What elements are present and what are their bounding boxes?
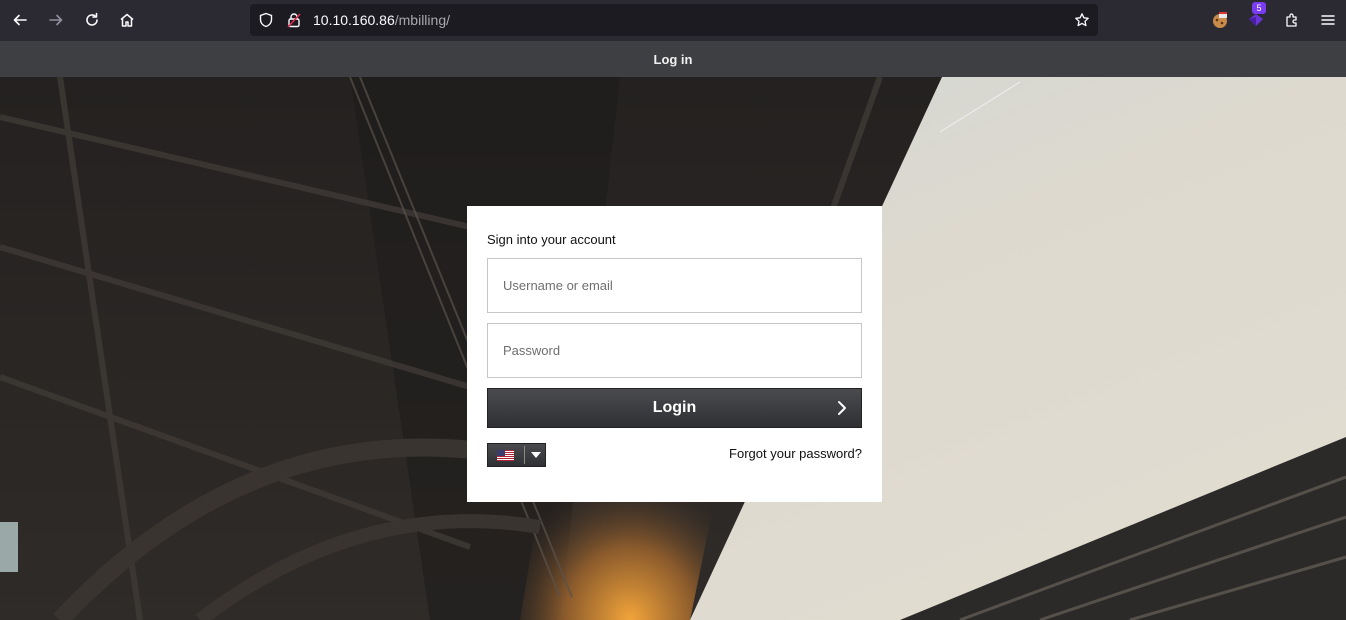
login-heading: Sign into your account (487, 232, 616, 247)
reload-button[interactable] (78, 6, 106, 34)
back-arrow-icon (13, 14, 27, 26)
username-input[interactable] (487, 258, 862, 313)
login-panel: Sign into your account Login Forgot your… (467, 206, 882, 502)
forward-button[interactable] (42, 6, 70, 34)
forward-arrow-icon (49, 14, 63, 26)
us-flag-icon (497, 449, 514, 461)
app-menu-button[interactable] (1314, 6, 1342, 34)
url-path: /mbilling/ (394, 12, 450, 28)
cookie-extension-icon (1213, 12, 1227, 28)
hamburger-menu-icon (1321, 15, 1335, 25)
caret-down-icon (531, 452, 541, 458)
insecure-lock-icon[interactable] (286, 12, 302, 28)
language-selector[interactable] (487, 443, 546, 467)
forgot-password-link[interactable]: Forgot your password? (729, 446, 862, 461)
url-text[interactable]: 10.10.160.86/mbilling/ (313, 12, 450, 28)
chevron-right-icon (838, 401, 846, 415)
language-separator (524, 446, 525, 464)
reload-icon (86, 12, 98, 26)
page-title: Log in (653, 51, 693, 67)
home-icon (120, 13, 134, 27)
password-input[interactable] (487, 323, 862, 378)
login-button[interactable]: Login (487, 388, 862, 428)
cookie-extension-button[interactable] (1206, 6, 1234, 34)
bookmark-star-icon[interactable] (1074, 12, 1090, 28)
home-button[interactable] (113, 6, 141, 34)
page-header: Log in (0, 41, 1346, 77)
back-button[interactable] (6, 6, 34, 34)
puzzle-icon (1286, 13, 1297, 27)
shield-icon[interactable] (258, 12, 274, 28)
login-button-label: Login (652, 399, 697, 416)
url-host: 10.10.160.86 (313, 12, 395, 28)
extension-badge: 5 (1252, 2, 1266, 14)
extensions-button[interactable] (1278, 6, 1306, 34)
browser-toolbar: 10.10.160.86/mbilling/ 5 (0, 0, 1346, 41)
address-bar[interactable]: 10.10.160.86/mbilling/ (250, 4, 1098, 36)
